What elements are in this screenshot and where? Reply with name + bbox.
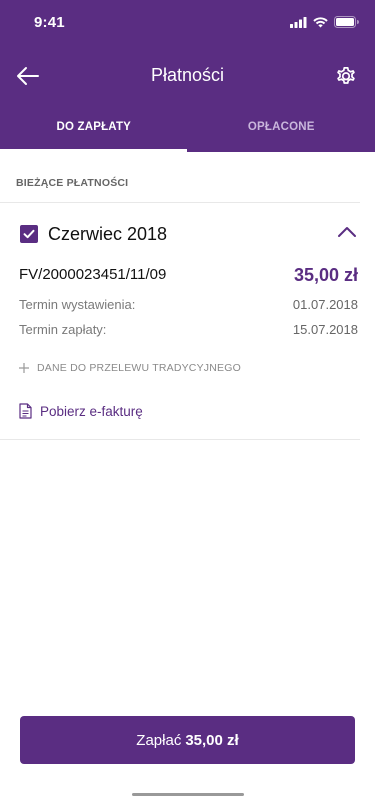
due-date-label: Termin zapłaty: — [19, 322, 107, 337]
document-icon — [19, 403, 32, 419]
home-indicator — [132, 793, 244, 796]
status-icons — [290, 16, 359, 28]
transfer-details-toggle[interactable]: DANE DO PRZELEWU TRADYCYJNEGO — [19, 361, 241, 375]
navigation-bar: Płatności — [0, 52, 375, 100]
payment-divider — [0, 439, 360, 440]
tab-to-pay[interactable]: DO ZAPŁATY — [0, 104, 188, 152]
plus-icon — [19, 363, 29, 373]
active-tab-indicator — [0, 149, 187, 152]
section-heading: BIEŻĄCE PŁATNOŚCI — [16, 177, 129, 189]
payment-checkbox[interactable] — [20, 225, 38, 243]
status-time: 9:41 — [34, 14, 65, 31]
signal-icon — [290, 16, 307, 28]
transfer-details-label: DANE DO PRZELEWU TRADYCYJNEGO — [37, 362, 241, 374]
payment-month: Czerwiec 2018 — [48, 224, 168, 244]
due-date-value: 15.07.2018 — [292, 322, 358, 337]
invoice-amount: 35,00 zł — [293, 265, 358, 285]
payment-group-header[interactable]: Czerwiec 2018 — [20, 222, 360, 248]
status-bar: 9:41 — [0, 0, 375, 44]
issue-date-label: Termin wystawienia: — [19, 297, 136, 312]
download-invoice-link[interactable]: Pobierz e-fakturę — [19, 402, 143, 420]
tab-paid[interactable]: OPŁACONE — [188, 104, 375, 152]
chevron-up-icon — [338, 227, 356, 237]
app-header: 9:41 Płatności DO ZAPŁATY OPŁACONE — [0, 0, 375, 152]
checkbox-checked-icon — [23, 229, 35, 239]
page-title: Płatności — [150, 65, 225, 85]
tab-bar: DO ZAPŁATY OPŁACONE — [0, 104, 375, 152]
gear-icon — [337, 67, 355, 84]
collapse-button[interactable] — [336, 224, 358, 240]
pay-button[interactable]: Zapłać 35,00 zł — [20, 716, 355, 764]
issue-date-value: 01.07.2018 — [292, 297, 358, 312]
settings-button[interactable] — [333, 63, 359, 89]
section-divider — [0, 202, 360, 203]
invoice-number: FV/2000023451/11/09 — [19, 266, 167, 283]
download-invoice-label: Pobierz e-fakturę — [40, 403, 143, 419]
pay-button-label: Zapłać — [136, 731, 182, 749]
pay-button-amount: 35,00 zł — [185, 731, 239, 749]
wifi-icon — [313, 16, 328, 27]
battery-icon — [334, 16, 359, 28]
